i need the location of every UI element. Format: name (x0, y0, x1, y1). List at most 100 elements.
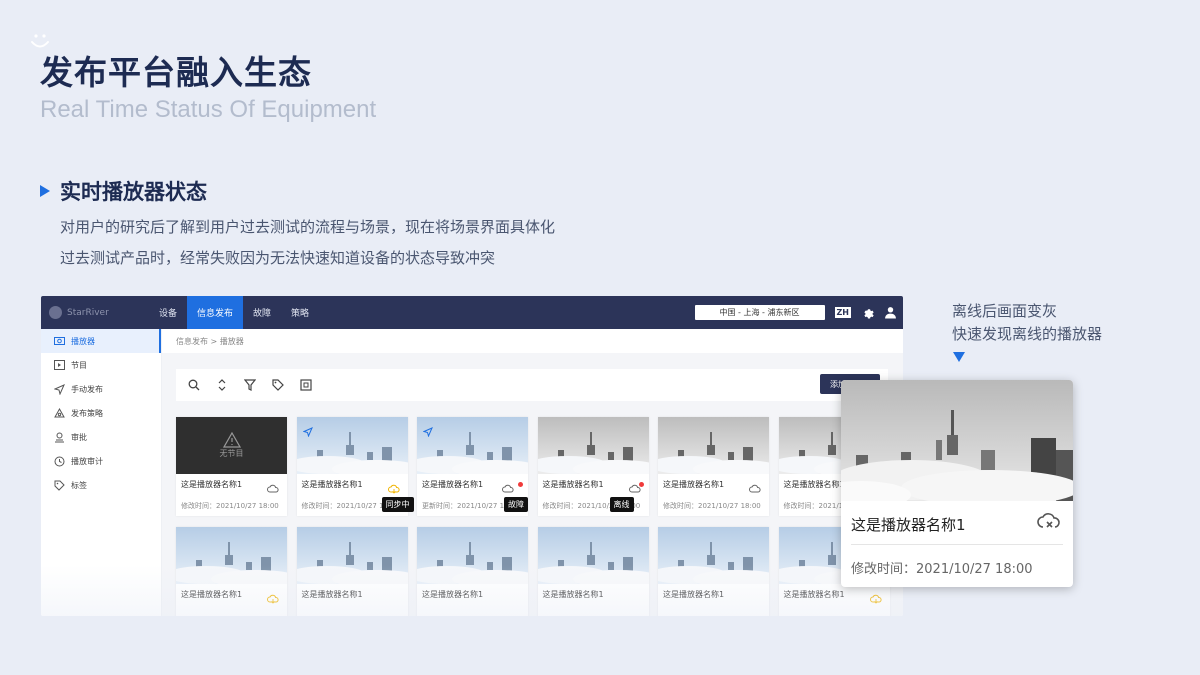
tag-filter-icon[interactable] (268, 375, 288, 395)
status-tooltip: 同步中 (381, 497, 414, 512)
triangle-bullet-icon (40, 185, 50, 197)
sort-icon[interactable] (212, 375, 232, 395)
region-selector[interactable]: 中国 - 上海 - 浦东新区 (694, 305, 825, 320)
status-dot (638, 482, 644, 487)
cloud-sync-icon (869, 589, 882, 608)
note-line-2: 快速发现离线的播放器 (952, 325, 1103, 343)
player-name: 这是播放器名称1 (542, 480, 604, 489)
sidebar-item-publish-strategy[interactable]: 发布策略 (41, 401, 161, 425)
sidebar-item-program[interactable]: 节目 (41, 353, 161, 377)
offline-player-card-zoom[interactable]: 这是播放器名称1 修改时间：2021/10/27 18:00 (841, 380, 1073, 587)
modified-time: 修改时间：2021/10/27 18:00 (851, 562, 1033, 577)
player-name: 这是播放器名称1 (301, 590, 363, 599)
audit-icon (53, 455, 65, 467)
offline-note: 离线后画面变灰 快速发现离线的播放器 (952, 300, 1102, 346)
sidebar-item-label: 发布策略 (71, 408, 103, 418)
empty-thumbnail: 无节目 (176, 417, 287, 474)
select-all-icon[interactable] (296, 375, 316, 395)
send-icon (422, 422, 433, 441)
note-line-1: 离线后画面变灰 (952, 302, 1058, 320)
gear-icon[interactable] (861, 306, 874, 319)
logo-text: StarRiver (67, 307, 109, 318)
city-fog-thumbnail (417, 417, 528, 474)
player-name: 这是播放器名称1 (301, 480, 363, 489)
player-card[interactable]: 这是播放器名称1 (658, 527, 769, 616)
sidebar-item-audit[interactable]: 播放审计 (41, 449, 161, 473)
empty-label: 无节目 (219, 449, 244, 458)
sidebar-item-label: 标签 (71, 480, 87, 490)
player-card[interactable]: 这是播放器名称1 (417, 527, 528, 616)
breadcrumb: 信息发布 > 播放器 (162, 329, 903, 353)
player-name: 这是播放器名称1 (783, 590, 845, 599)
sidebar-item-label: 节目 (71, 360, 87, 370)
sidebar: 播放器 节目 手动发布 发布策略 审批 播放审计 标签 (41, 329, 162, 616)
send-icon (53, 383, 65, 395)
approve-icon (53, 431, 65, 443)
status-tooltip: 故障 (504, 497, 528, 512)
warning-icon (222, 432, 241, 448)
player-name: 这是播放器名称1 (422, 590, 484, 599)
player-name: 这是播放器名称1 (663, 590, 725, 599)
section-heading: 实时播放器状态 (40, 176, 207, 206)
page-title: 发布平台融入生态 (40, 53, 312, 92)
city-fog-thumbnail (537, 417, 649, 474)
cloud-icon (749, 479, 761, 498)
city-fog-thumbnail (176, 527, 287, 584)
player-name: 这是播放器名称1 (181, 590, 243, 599)
player-card[interactable]: 这是播放器名称1 修改时间：2021/10/27 18:00 (658, 417, 769, 516)
sidebar-item-label: 手动发布 (71, 384, 103, 394)
city-fog-thumbnail (417, 527, 528, 584)
player-card[interactable]: 无节目这是播放器名称1 修改时间：2021/10/27 18:00 (176, 417, 287, 516)
sidebar-item-tags[interactable]: 标签 (41, 473, 161, 497)
city-fog-thumbnail (658, 527, 769, 584)
section-title: 实时播放器状态 (60, 180, 207, 204)
strategy-icon (53, 407, 65, 419)
filter-icon[interactable] (240, 375, 260, 395)
modified-time: 修改时间：2021/10/27 18:00 (663, 502, 761, 510)
modified-time: 修改时间：2021/10/27 18:00 (181, 502, 279, 510)
cloud-offline-icon (1037, 512, 1061, 534)
nav-tab-strategy[interactable]: 策略 (281, 296, 319, 329)
divider (851, 544, 1063, 545)
user-icon[interactable] (884, 306, 897, 319)
app-window: StarRiver 设备 信息发布 故障 策略 中国 - 上海 - 浦东新区 Z… (41, 296, 903, 616)
top-navbar: StarRiver 设备 信息发布 故障 策略 中国 - 上海 - 浦东新区 Z… (41, 296, 903, 329)
sidebar-item-label: 审批 (71, 432, 87, 442)
page-subtitle: Real Time Status Of Equipment (40, 96, 377, 123)
city-fog-thumbnail (841, 380, 1073, 509)
search-icon[interactable] (184, 375, 204, 395)
player-card[interactable]: 这是播放器名称1 (537, 527, 649, 616)
sidebar-item-label: 播放器 (71, 336, 95, 346)
player-name: 这是播放器名称1 (181, 480, 243, 489)
player-name: 这是播放器名称1 (663, 480, 725, 489)
logo-icon (49, 306, 62, 319)
send-icon (302, 422, 313, 441)
nav-tab-publish[interactable]: 信息发布 (187, 296, 244, 329)
player-name: 这是播放器名称1 (783, 480, 845, 489)
tag-icon (53, 479, 65, 491)
app-logo[interactable]: StarRiver (41, 306, 149, 319)
city-fog-thumbnail (296, 417, 408, 474)
status-dot (518, 482, 523, 487)
cloud-sync-icon (267, 589, 279, 608)
cloud-sync-icon (387, 479, 400, 498)
city-fog-thumbnail (296, 527, 408, 584)
player-icon (53, 335, 65, 347)
filter-toolbar: 添加 (176, 369, 888, 401)
down-triangle-icon (953, 352, 965, 362)
nav-tab-devices[interactable]: 设备 (149, 296, 187, 329)
program-icon (53, 359, 65, 371)
sidebar-item-manual-publish[interactable]: 手动发布 (41, 377, 161, 401)
nav-tab-faults[interactable]: 故障 (243, 296, 281, 329)
player-name: 这是播放器名称1 (851, 516, 966, 534)
player-card[interactable]: 这是播放器名称1 (176, 527, 287, 616)
sidebar-item-label: 播放审计 (71, 456, 103, 466)
sidebar-item-approve[interactable]: 审批 (41, 425, 161, 449)
city-fog-thumbnail (658, 417, 769, 474)
city-fog-thumbnail (537, 527, 649, 584)
cloud-icon (267, 479, 279, 498)
player-name: 这是播放器名称1 (542, 590, 604, 599)
player-card[interactable]: 这是播放器名称1 (296, 527, 408, 616)
sidebar-item-player[interactable]: 播放器 (41, 329, 161, 353)
language-switch[interactable]: ZH (834, 307, 851, 318)
